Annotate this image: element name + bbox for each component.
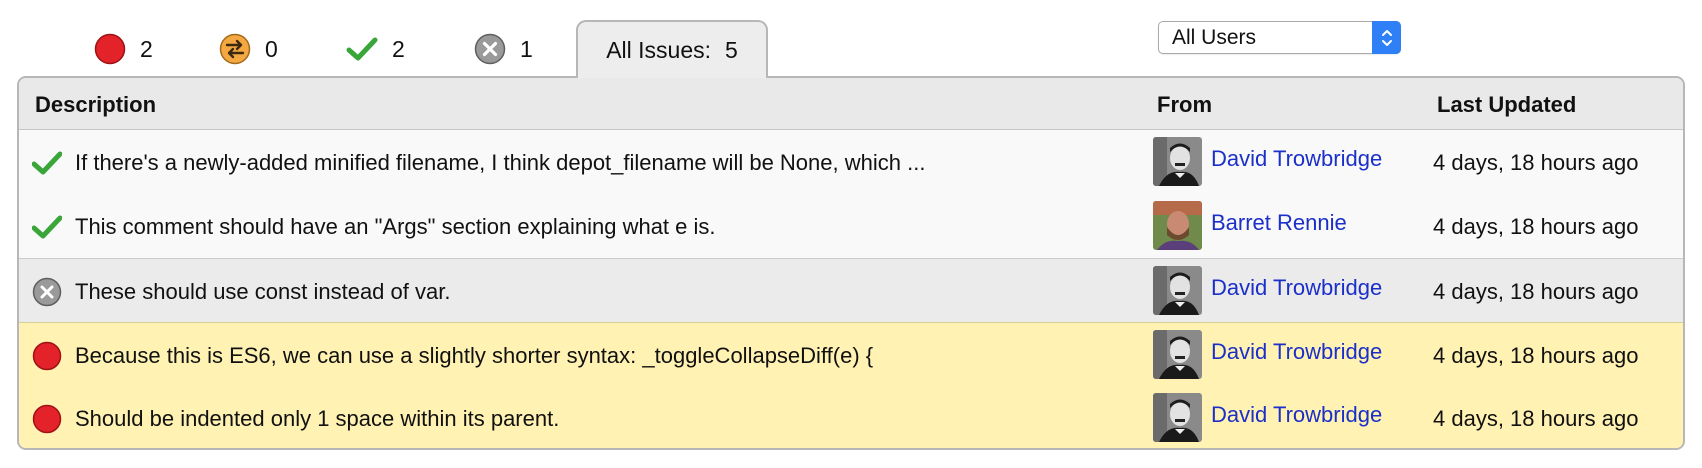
user-link[interactable]: David Trowbridge — [1211, 339, 1382, 365]
table-row[interactable]: Because this is ES6, we can use a slight… — [19, 322, 1683, 386]
resolved-issues-count: 2 — [392, 35, 405, 62]
verify-arrows-icon — [219, 33, 251, 65]
issue-description: Because this is ES6, we can use a slight… — [75, 343, 874, 368]
dropped-x-icon — [474, 33, 506, 65]
all-issues-label: All Issues: — [606, 36, 712, 63]
open-issue-icon — [94, 33, 126, 65]
avatar — [1153, 330, 1202, 379]
verifying-issues-count: 0 — [265, 35, 278, 62]
open-issues-count: 2 — [140, 35, 153, 62]
avatar — [1153, 201, 1202, 250]
last-updated-column-header[interactable]: Last Updated — [1437, 92, 1576, 118]
issue-description: Should be indented only 1 space within i… — [75, 406, 560, 431]
dropped-x-icon — [32, 277, 62, 307]
issue-summary-table: Description From Last Updated If there's… — [17, 76, 1685, 450]
tab-resolved-issues[interactable]: 2 — [346, 20, 405, 78]
issue-description: These should use const instead of var. — [75, 279, 451, 304]
table-row[interactable]: This comment should have an "Args" secti… — [19, 194, 1683, 258]
user-link[interactable]: Barret Rennie — [1211, 210, 1347, 236]
avatar — [1153, 266, 1202, 315]
checkmark-icon — [32, 215, 62, 239]
last-updated-time: 4 days, 18 hours ago — [1433, 279, 1639, 304]
issue-description: If there's a newly-added minified filena… — [75, 150, 926, 175]
user-filter-select[interactable]: All Users — [1158, 21, 1401, 54]
description-column-header[interactable]: Description — [35, 92, 156, 118]
tab-verifying-issues[interactable]: 0 — [219, 20, 278, 78]
last-updated-time: 4 days, 18 hours ago — [1433, 406, 1639, 431]
tab-open-issues[interactable]: 2 — [94, 20, 153, 78]
from-column-header[interactable]: From — [1157, 92, 1212, 118]
tab-dropped-issues[interactable]: 1 — [474, 20, 533, 78]
user-link[interactable]: David Trowbridge — [1211, 275, 1382, 301]
last-updated-time: 4 days, 18 hours ago — [1433, 343, 1639, 368]
issue-filter-tabs: 2 0 2 1 All Issues: 5 — [0, 0, 1702, 78]
all-issues-count: 5 — [725, 36, 738, 63]
user-filter-value: All Users — [1172, 25, 1257, 49]
user-link[interactable]: David Trowbridge — [1211, 402, 1382, 428]
select-chevrons-icon — [1372, 21, 1401, 54]
user-link[interactable]: David Trowbridge — [1211, 146, 1382, 172]
last-updated-time: 4 days, 18 hours ago — [1433, 214, 1639, 239]
avatar — [1153, 393, 1202, 442]
dropped-issues-count: 1 — [520, 35, 533, 62]
issue-description: This comment should have an "Args" secti… — [75, 214, 716, 239]
table-row[interactable]: These should use const instead of var. D… — [19, 258, 1683, 322]
open-issue-icon — [32, 341, 62, 371]
tab-all-issues[interactable]: All Issues: 5 — [576, 20, 768, 78]
checkmark-icon — [32, 151, 62, 175]
avatar — [1153, 137, 1202, 186]
table-header: Description From Last Updated — [19, 78, 1683, 130]
table-row[interactable]: If there's a newly-added minified filena… — [19, 130, 1683, 194]
open-issue-icon — [32, 404, 62, 434]
table-row[interactable]: Should be indented only 1 space within i… — [19, 386, 1683, 448]
last-updated-time: 4 days, 18 hours ago — [1433, 150, 1639, 175]
checkmark-icon — [346, 37, 378, 61]
